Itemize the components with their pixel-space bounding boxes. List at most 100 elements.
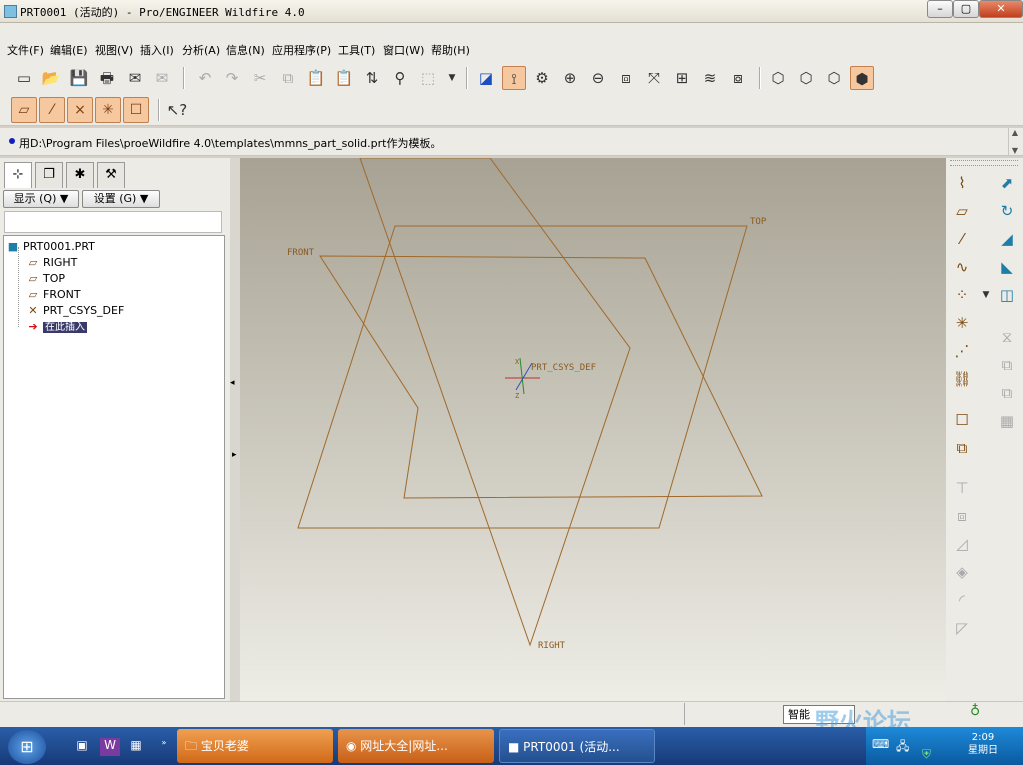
datum-axis-display-icon[interactable]: ⁄ — [39, 97, 65, 123]
datum-point-display-icon[interactable]: × — [67, 97, 93, 123]
new-file-icon[interactable]: ▭ — [12, 66, 36, 90]
menu-insert[interactable]: 插入(I) — [140, 42, 174, 58]
message-scrollbar[interactable]: ▲ ▼ — [1008, 128, 1021, 156]
tab-model-tree[interactable]: ⊹ — [4, 162, 32, 188]
tree-item-part[interactable]: ■ PRT0001.PRT — [6, 239, 95, 255]
chevron-down-icon[interactable]: ▼ — [440, 66, 464, 90]
minimize-button[interactable]: – — [927, 0, 953, 18]
pattern-tool-icon[interactable]: ⧈ — [949, 504, 975, 528]
tab-folder-browser[interactable]: ❐ — [35, 162, 63, 188]
orient-mode-icon[interactable]: ⚙ — [530, 66, 554, 90]
print-icon[interactable]: 🖶 — [95, 66, 119, 90]
boundary-blend-icon[interactable]: ◫ — [994, 283, 1020, 307]
display-dropdown-button[interactable]: 显示 (Q) ▼ — [3, 190, 79, 208]
menu-applications[interactable]: 应用程序(P) — [272, 42, 331, 58]
tree-filter-field[interactable] — [4, 211, 222, 233]
paste-special-icon[interactable]: 📋 — [332, 66, 356, 90]
tab-favorites[interactable]: ✱ — [66, 162, 94, 188]
csys-display-icon[interactable]: ✳ — [95, 97, 121, 123]
save-icon[interactable]: 💾 — [67, 66, 91, 90]
system-clock[interactable]: 2:09 星期日 — [968, 731, 998, 757]
menu-tools[interactable]: 工具(T) — [338, 42, 375, 58]
regenerate-icon[interactable]: ⇅ — [360, 66, 384, 90]
grid-pattern-icon[interactable]: ▦ — [994, 409, 1020, 433]
shell-tool-icon[interactable]: ⊤ — [949, 476, 975, 500]
paste-icon[interactable]: 📋 — [304, 66, 328, 90]
csys-tool-icon[interactable]: ✳ — [949, 311, 975, 335]
menu-info[interactable]: 信息(N) — [226, 42, 265, 58]
draft-tool-icon[interactable]: ◿ — [949, 532, 975, 556]
undo-icon[interactable]: ↶ — [193, 66, 217, 90]
menu-edit[interactable]: 编辑(E) — [50, 42, 88, 58]
wireframe-icon[interactable]: ⬡ — [766, 66, 790, 90]
menu-view[interactable]: 视图(V) — [95, 42, 133, 58]
layers-icon[interactable]: ≋ — [698, 66, 722, 90]
note-tool-icon[interactable]: ☐ — [949, 408, 975, 432]
context-help-icon[interactable]: ↖? — [165, 98, 189, 122]
blend-tool-icon[interactable]: ◣ — [994, 255, 1020, 279]
menu-window[interactable]: 窗口(W) — [383, 42, 424, 58]
refit-icon[interactable]: ⧈ — [614, 66, 638, 90]
expand-right-icon[interactable]: ▸ — [232, 450, 237, 460]
merge-tool-icon[interactable]: ⧉ — [994, 353, 1020, 377]
tree-item-insert-here[interactable]: ➔ 在此插入 — [26, 319, 87, 335]
close-button[interactable]: ✕ — [979, 0, 1023, 18]
collapse-left-icon[interactable]: ◂ — [230, 378, 235, 388]
edit-annotation-icon[interactable]: ⧉ — [949, 436, 975, 460]
annotation-display-icon[interactable]: ☐ — [123, 97, 149, 123]
tree-item-csys[interactable]: ✕ PRT_CSYS_DEF — [26, 303, 124, 319]
hidden-line-icon[interactable]: ⬡ — [794, 66, 818, 90]
quicklaunch-media-icon[interactable]: ▦ — [126, 738, 146, 756]
datum-point-tool-icon[interactable]: ⁘ — [949, 283, 975, 307]
tree-item-top[interactable]: ▱ TOP — [26, 271, 65, 287]
taskbar-item-3[interactable]: ■ PRT0001 (活动... — [499, 729, 655, 763]
quicklaunch-more-icon[interactable]: » — [154, 738, 174, 756]
shading-icon[interactable]: ⬢ — [850, 66, 874, 90]
datum-link-icon[interactable]: ⛓ — [949, 367, 975, 391]
zoom-in-icon[interactable]: ⊕ — [558, 66, 582, 90]
email-link-icon[interactable]: ✉ — [150, 66, 174, 90]
security-shield-icon[interactable]: ⛨ — [922, 747, 931, 762]
keyboard-icon[interactable]: ⌨ — [872, 737, 889, 751]
tab-connections[interactable]: ⚒ — [97, 162, 125, 188]
settings-dropdown-button[interactable]: 设置 (G) ▼ — [82, 190, 160, 208]
zoom-out-icon[interactable]: ⊖ — [586, 66, 610, 90]
round-tool-icon[interactable]: ◜ — [949, 588, 975, 612]
taskbar-item-1[interactable]: 🗀 宝贝老婆 — [177, 729, 333, 763]
view-manager-icon[interactable]: ⧇ — [726, 66, 750, 90]
chamfer-tool-icon[interactable]: ◸ — [949, 616, 975, 640]
rib-tool-icon[interactable]: ◈ — [949, 560, 975, 584]
sweep-tool-icon[interactable]: ◢ — [994, 227, 1020, 251]
open-folder-icon[interactable]: 📂 — [39, 66, 63, 90]
copy-icon[interactable]: ⧉ — [276, 66, 300, 90]
quicklaunch-app-icon[interactable]: W — [100, 738, 120, 756]
trim-tool-icon[interactable]: ⧉ — [994, 381, 1020, 405]
redo-icon[interactable]: ↷ — [220, 66, 244, 90]
no-hidden-icon[interactable]: ⬡ — [822, 66, 846, 90]
cut-icon[interactable]: ✂ — [248, 66, 272, 90]
panel-splitter[interactable]: ◂ ▸ — [230, 158, 240, 703]
menu-file[interactable]: 文件(F) — [7, 42, 44, 58]
menu-analysis[interactable]: 分析(A) — [182, 42, 220, 58]
repaint-icon[interactable]: ◪ — [474, 66, 498, 90]
analysis-feature-icon[interactable]: ⋰ — [949, 339, 975, 363]
datum-curve-tool-icon[interactable]: ∿ — [949, 255, 975, 279]
extrude-tool-icon[interactable]: ⬈ — [994, 171, 1020, 195]
show-desktop-icon[interactable]: ▣ — [72, 738, 92, 756]
revolve-tool-icon[interactable]: ↻ — [994, 199, 1020, 223]
mirror-tool-icon[interactable]: ⧖ — [994, 325, 1020, 349]
reorient-icon[interactable]: ⤧ — [642, 66, 666, 90]
taskbar-item-2[interactable]: ◉ 网址大全|网址... — [338, 729, 494, 763]
datum-axis-tool-icon[interactable]: ⁄ — [949, 227, 975, 251]
sketch-tool-icon[interactable]: ⌇ — [949, 171, 975, 195]
network-icon[interactable]: 🖧 — [896, 737, 909, 758]
tree-item-front[interactable]: ▱ FRONT — [26, 287, 81, 303]
find-binoculars-icon[interactable]: ⚲ — [388, 66, 412, 90]
spin-center-icon[interactable]: ⟟ — [502, 66, 526, 90]
maximize-button[interactable]: ▢ — [953, 0, 979, 18]
email-icon[interactable]: ✉ — [123, 66, 147, 90]
datum-plane-tool-icon[interactable]: ▱ — [949, 199, 975, 223]
start-button[interactable]: ⊞ — [8, 730, 46, 764]
select-box-icon[interactable]: ⬚ — [416, 66, 440, 90]
tree-item-right[interactable]: ▱ RIGHT — [26, 255, 78, 271]
